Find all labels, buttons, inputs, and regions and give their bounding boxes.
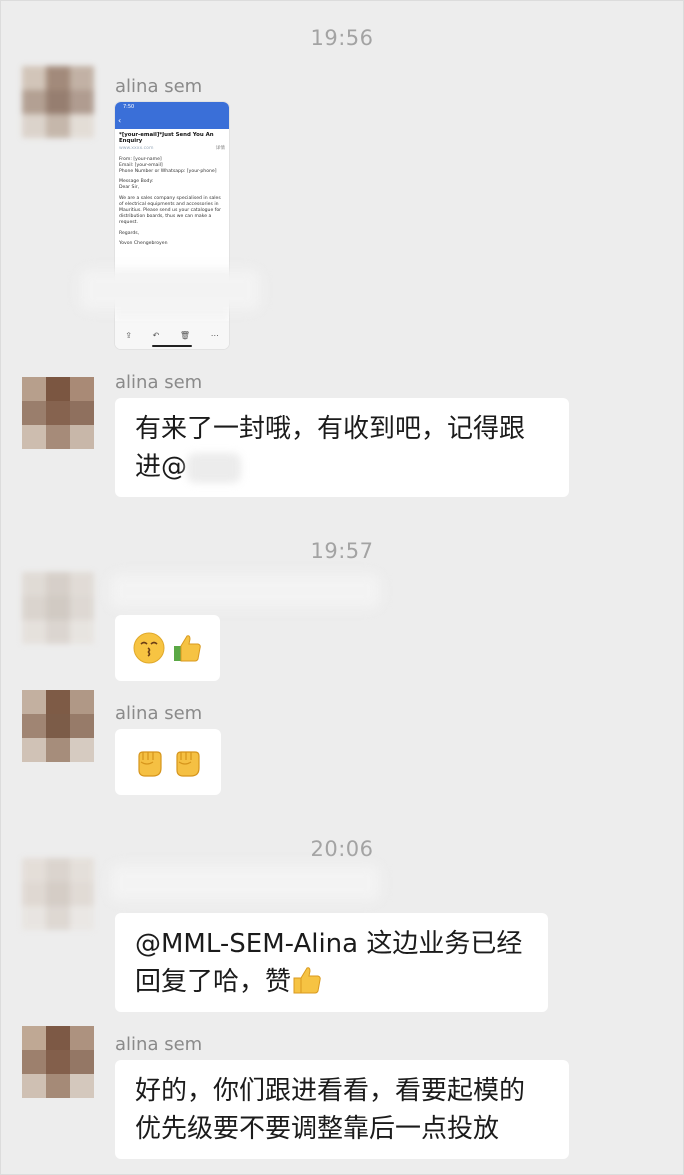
blur-overlay [80,270,260,310]
message-bubble[interactable]: 好的，你们跟进看看，看要起模的优先级要不要调整靠后一点投放 [115,1060,569,1159]
email-signature: Yovon Chengebroyen [119,240,168,246]
avatar[interactable] [22,66,94,138]
avatar[interactable] [22,858,94,930]
avatar[interactable] [22,572,94,644]
home-indicator [152,345,192,347]
message-bubble[interactable]: 有来了一封哦，有收到吧，记得跟进@ [115,398,569,497]
email-phone: Phone Number or Whatsapp: [your-phone] [119,169,217,175]
message-bubble[interactable] [115,729,221,795]
email-body: We are a sales company specialised in sa… [119,195,222,226]
sender-name: alina sem [115,76,203,97]
share-icon[interactable]: ⇪ [125,331,132,340]
timestamp: 19:57 [310,539,374,563]
sender-name: alina sem [115,372,203,393]
email-screenshot-image[interactable]: 7:50 ‹ *[your-email]*Just Send You An En… [115,102,229,349]
trash-icon[interactable]: 🗑 [180,331,190,340]
raised-fist-icon [176,751,200,777]
redacted-mention [187,452,242,483]
message-text: 好的，你们跟进看看，看要起模的优先级要不要调整靠后一点投放 [135,1076,526,1144]
message-bubble[interactable]: @MML-SEM-Alina 这边业务已经回复了哈，赞 [115,913,548,1012]
message-bubble[interactable] [115,615,220,681]
sender-name: alina sem [115,703,203,724]
email-header-bar: 7:50 ‹ [115,102,229,129]
avatar[interactable] [22,690,94,762]
kissing-face-icon [133,632,165,664]
email-subject: *[your-email]*Just Send You An Enquiry [119,132,214,145]
timestamp: 19:56 [310,26,374,50]
raised-fist-icon [138,751,162,777]
avatar[interactable] [22,1026,94,1098]
reply-icon[interactable]: ↶ [153,331,160,340]
thumbs-up-icon [174,635,201,662]
email-site: www.xxxx.com 详情 [119,146,225,152]
blur-overlay [110,865,380,901]
back-arrow-icon: ‹ [118,116,122,125]
sender-name: alina sem [115,1034,203,1055]
blur-overlay [110,574,380,608]
email-content: *[your-email]*Just Send You An Enquiry w… [115,129,229,250]
thumbs-up-icon [293,967,321,994]
timestamp: 20:06 [310,837,374,861]
more-icon[interactable]: ⋯ [211,331,219,340]
avatar[interactable] [22,377,94,449]
message-text: @MML-SEM-Alina 这边业务已经回复了哈，赞 [135,929,523,997]
status-time: 7:50 [123,104,135,110]
